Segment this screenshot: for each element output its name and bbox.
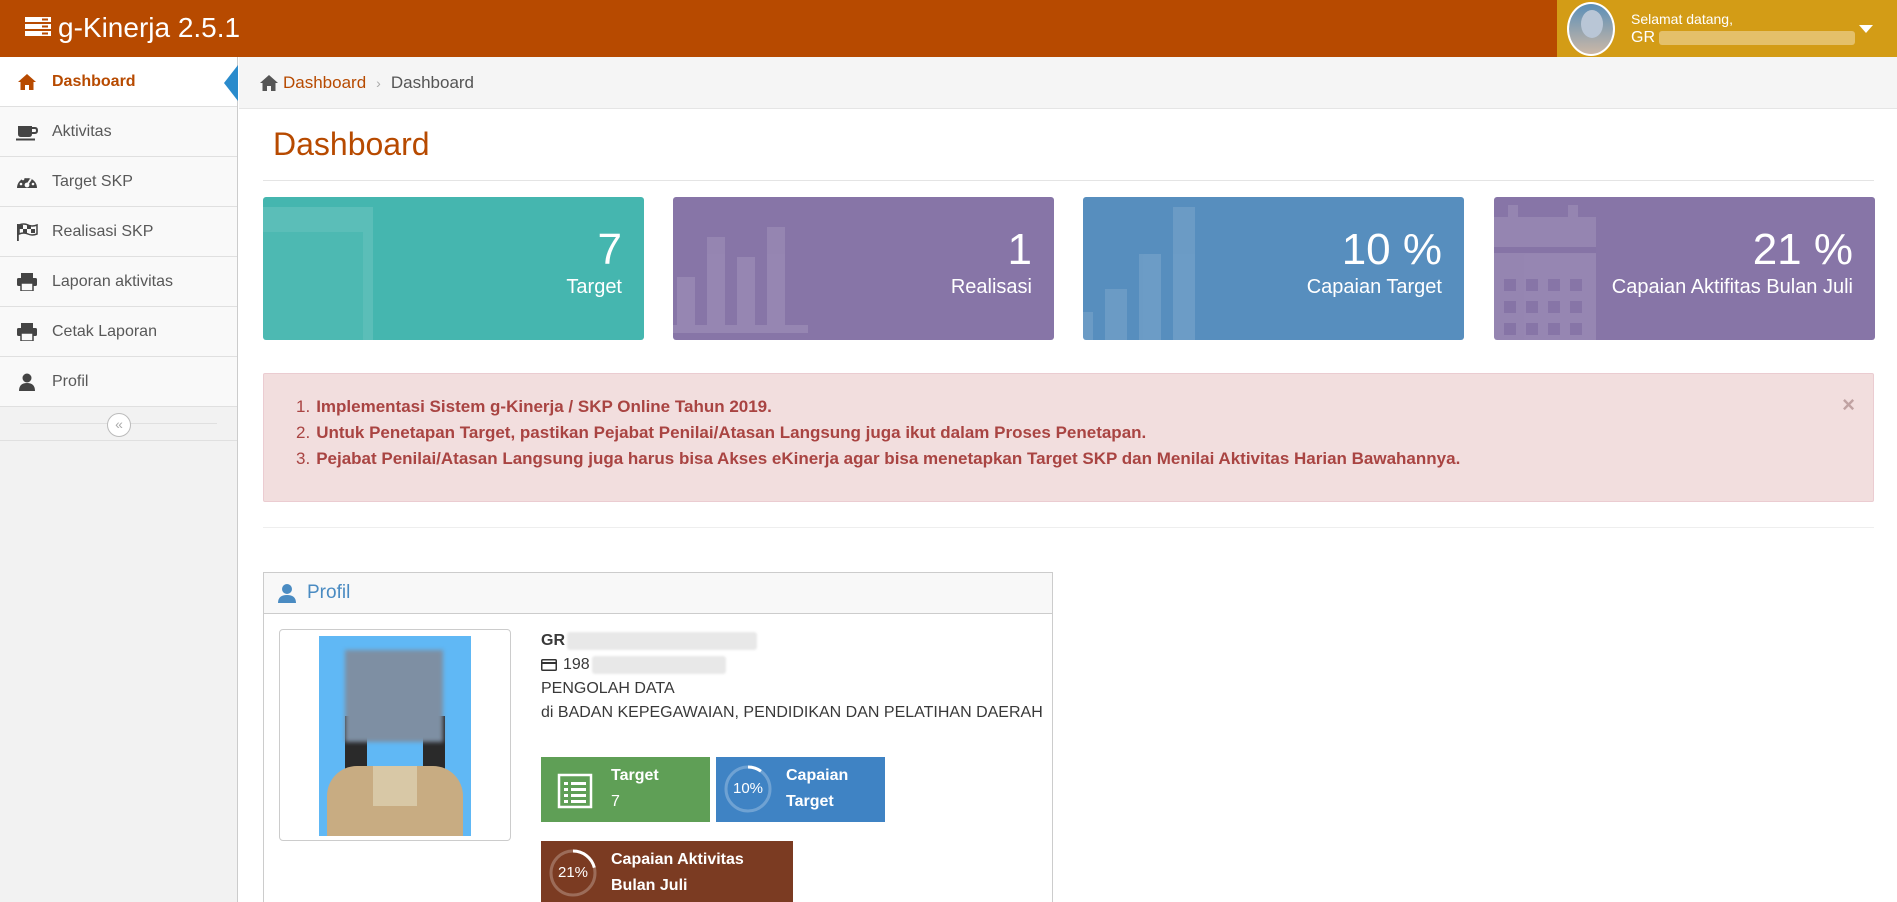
stat-value: 1	[1007, 225, 1032, 274]
profile-photo	[319, 636, 471, 836]
coffee-icon	[16, 123, 38, 141]
sidebar-item-laporan-aktivitas[interactable]: Laporan aktivitas	[0, 257, 237, 307]
divider	[263, 527, 1874, 528]
sidebar-item-label: Target SKP	[52, 172, 133, 190]
brand-logo[interactable]: g-Kinerja 2.5.1	[24, 12, 240, 44]
profile-unit: di BADAN KEPEGAWAIAN, PENDIDIKAN DAN PEL…	[541, 704, 1043, 721]
sidebar-item-label: Realisasi SKP	[52, 222, 154, 240]
stat-box-realisasi[interactable]: 1 Realisasi	[673, 197, 1054, 340]
progress-percent: 10%	[732, 780, 764, 797]
alert-item: 2. Untuk Penetapan Target, pastikan Peja…	[296, 423, 1147, 442]
stat-box-target[interactable]: 7 Target	[263, 197, 644, 340]
user-icon	[278, 584, 296, 603]
print-icon	[16, 272, 38, 291]
user-icon	[16, 373, 38, 391]
breadcrumb-current: Dashboard	[390, 72, 475, 92]
home-icon	[260, 74, 278, 91]
breadcrumb: Dashboard › Dashboard	[239, 57, 1897, 109]
divider	[263, 180, 1874, 181]
user-name: GR	[1631, 28, 1655, 46]
sidebar-item-label: Profil	[52, 372, 89, 390]
signal-icon	[1083, 207, 1195, 340]
profile-photo-frame	[279, 629, 511, 841]
progress-percent: 21%	[557, 864, 589, 881]
user-menu[interactable]: Selamat datang, GR	[1557, 0, 1897, 57]
announcement-alert: 1. Implementasi Sistem g-Kinerja / SKP O…	[263, 373, 1874, 502]
avatar	[1567, 1, 1615, 56]
tile-capaian-target[interactable]: 10% Capaian Target	[716, 757, 885, 822]
welcome-text: Selamat datang,	[1631, 10, 1733, 27]
stat-value: 10 %	[1341, 225, 1442, 274]
tile-label: Target	[786, 793, 834, 810]
sidebar-item-label: Laporan aktivitas	[52, 272, 173, 290]
tile-label: Target	[611, 767, 659, 784]
sidebar: Dashboard Aktivitas Target SKP Realisasi…	[0, 57, 238, 902]
sidebar-item-label: Dashboard	[52, 72, 136, 90]
bar-chart-icon	[673, 227, 808, 333]
home-icon	[16, 73, 38, 91]
close-icon[interactable]: ×	[1842, 392, 1855, 418]
breadcrumb-home-link[interactable]: Dashboard	[283, 73, 366, 93]
stat-label: Capaian Target	[1306, 276, 1442, 298]
profile-position: PENGOLAH DATA	[541, 680, 675, 697]
sidebar-item-target-skp[interactable]: Target SKP	[0, 157, 237, 207]
tile-label: Capaian	[786, 767, 849, 784]
breadcrumb-separator: ›	[376, 74, 381, 91]
sidebar-collapse-bar: «	[0, 407, 237, 441]
stat-box-capaian-aktifitas[interactable]: 21 % Capaian Aktifitas Bulan Juli	[1494, 197, 1875, 340]
stat-value: 21 %	[1752, 225, 1853, 274]
credit-card-icon	[541, 659, 557, 671]
stat-label: Target	[566, 276, 622, 298]
sidebar-item-aktivitas[interactable]: Aktivitas	[0, 107, 237, 157]
top-navbar: g-Kinerja 2.5.1 Selamat datang, GR	[0, 0, 1897, 57]
sidebar-item-dashboard[interactable]: Dashboard	[0, 57, 238, 107]
profile-nip: 198	[563, 656, 590, 673]
sidebar-item-label: Cetak Laporan	[52, 322, 157, 340]
tile-capaian-aktivitas[interactable]: 21% Capaian Aktivitas Bulan Juli	[541, 841, 793, 902]
sidebar-item-realisasi-skp[interactable]: Realisasi SKP	[0, 207, 237, 257]
tile-label: Bulan Juli	[611, 877, 688, 894]
table-icon	[263, 207, 373, 340]
server-icon	[25, 17, 51, 36]
panel-title: Profil	[307, 582, 351, 603]
double-chevron-left-icon[interactable]: «	[107, 413, 131, 437]
profile-name: GR	[541, 632, 565, 649]
alert-item: 3. Pejabat Penilai/Atasan Langsung juga …	[296, 449, 1461, 468]
brand-title: g-Kinerja 2.5.1	[58, 12, 241, 43]
stat-label: Realisasi	[950, 276, 1032, 298]
page-title: Dashboard	[273, 126, 430, 162]
panel-header: Profil	[264, 573, 1052, 614]
tile-target[interactable]: Target 7	[541, 757, 710, 822]
caret-down-icon[interactable]	[1859, 25, 1873, 33]
calendar-icon	[1494, 205, 1596, 340]
tile-value: 7	[611, 793, 620, 810]
stat-label: Capaian Aktifitas Bulan Juli	[1611, 276, 1853, 298]
profile-panel: Profil GR 198 PENGOLAH DATA di BADAN KEP…	[263, 572, 1053, 902]
list-alt-icon	[557, 773, 593, 809]
sidebar-item-cetak-laporan[interactable]: Cetak Laporan	[0, 307, 237, 357]
flag-checkered-icon	[16, 222, 38, 241]
tile-label: Capaian Aktivitas	[611, 851, 744, 868]
print-icon	[16, 322, 38, 341]
stat-box-capaian-target[interactable]: 10 % Capaian Target	[1083, 197, 1464, 340]
redacted-name	[567, 632, 757, 650]
profile-info: GR 198 PENGOLAH DATA di BADAN KEPEGAWAIA…	[541, 629, 1043, 725]
stat-value: 7	[597, 225, 622, 274]
alert-item: 1. Implementasi Sistem g-Kinerja / SKP O…	[296, 397, 772, 416]
redacted-nip	[591, 656, 726, 674]
sidebar-item-profil[interactable]: Profil	[0, 357, 237, 407]
dashboard-gauge-icon	[16, 173, 38, 191]
redacted-name	[1659, 30, 1855, 45]
sidebar-item-label: Aktivitas	[52, 122, 112, 140]
